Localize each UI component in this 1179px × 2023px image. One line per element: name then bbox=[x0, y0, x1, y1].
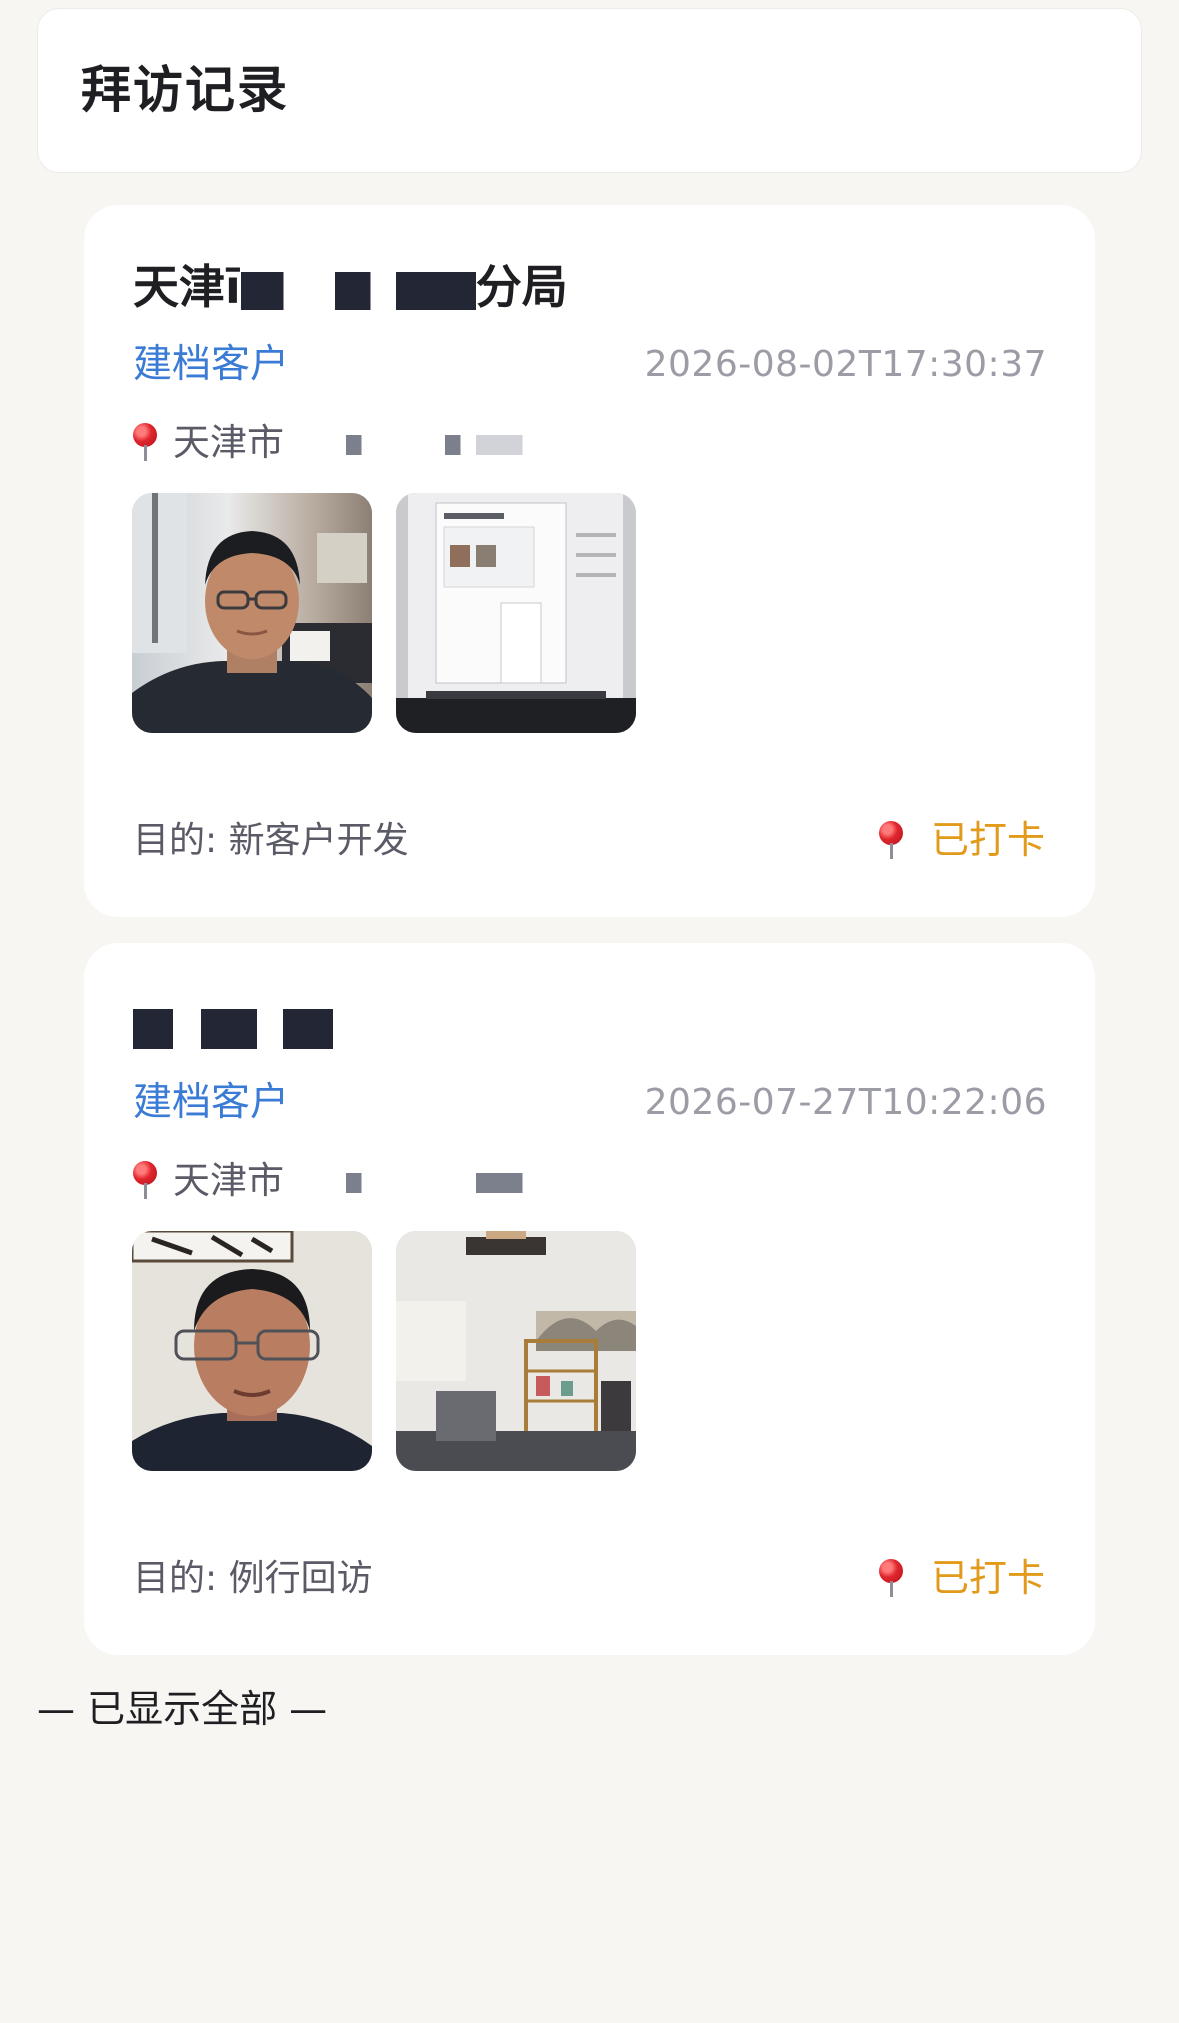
selfie-photo[interactable] bbox=[132, 1231, 372, 1471]
redacted-text bbox=[240, 271, 476, 310]
visit-timestamp: 2026-08-02T17:30:37 bbox=[644, 344, 1047, 385]
selfie-photo-image bbox=[132, 493, 372, 733]
visit-timestamp: 2026-07-27T10:22:06 bbox=[644, 1082, 1047, 1123]
address-prefix: 天津市 bbox=[173, 421, 284, 464]
checkin-status[interactable]: 已打卡 bbox=[878, 818, 1045, 862]
office-room-photo-image bbox=[396, 1231, 636, 1471]
customer-type-tag: 建档客户 bbox=[133, 1080, 290, 1125]
location-pin-icon bbox=[878, 821, 905, 859]
computer-screen-photo[interactable] bbox=[396, 493, 636, 733]
office-room-photo[interactable] bbox=[396, 1231, 636, 1471]
visit-photos bbox=[132, 493, 636, 733]
computer-screen-photo-image bbox=[396, 493, 636, 733]
address-prefix: 天津市 bbox=[173, 1159, 284, 1202]
redacted-text bbox=[284, 1172, 594, 1193]
location-pin-icon bbox=[133, 423, 159, 461]
redacted-text bbox=[133, 1008, 333, 1049]
page-header: 拜访记录 bbox=[37, 8, 1142, 173]
visit-address: 天津市 bbox=[133, 423, 594, 461]
location-pin-icon bbox=[133, 1161, 159, 1199]
checkin-status[interactable]: 已打卡 bbox=[878, 1556, 1045, 1600]
customer-name-suffix: 分局 bbox=[475, 260, 568, 314]
selfie-photo-image bbox=[132, 1231, 372, 1471]
location-pin-icon bbox=[878, 1559, 905, 1597]
checkin-label: 已打卡 bbox=[930, 1556, 1045, 1600]
visit-address: 天津市 bbox=[133, 1161, 594, 1199]
visit-purpose: 目的: 例行回访 bbox=[133, 1558, 373, 1599]
customer-name-prefix: 天津ī bbox=[133, 260, 241, 314]
visit-card[interactable]: 建档客户 2026-07-27T10:22:06 天津市 目的: 例行回访 已打… bbox=[84, 943, 1095, 1655]
customer-name bbox=[133, 1000, 333, 1051]
customer-name: 天津ī 分局 bbox=[133, 262, 568, 313]
visit-card[interactable]: 天津ī 分局 建档客户 2026-08-02T17:30:37 天津市 目的: … bbox=[84, 205, 1095, 917]
checkin-label: 已打卡 bbox=[930, 818, 1045, 862]
customer-type-tag: 建档客户 bbox=[133, 342, 290, 387]
selfie-photo[interactable] bbox=[132, 493, 372, 733]
page-title: 拜访记录 bbox=[81, 61, 289, 119]
redacted-text bbox=[284, 434, 594, 455]
visit-purpose: 目的: 新客户开发 bbox=[133, 820, 409, 861]
visit-photos bbox=[132, 1231, 636, 1471]
list-end-indicator: — 已显示全部 — bbox=[37, 1687, 328, 1731]
